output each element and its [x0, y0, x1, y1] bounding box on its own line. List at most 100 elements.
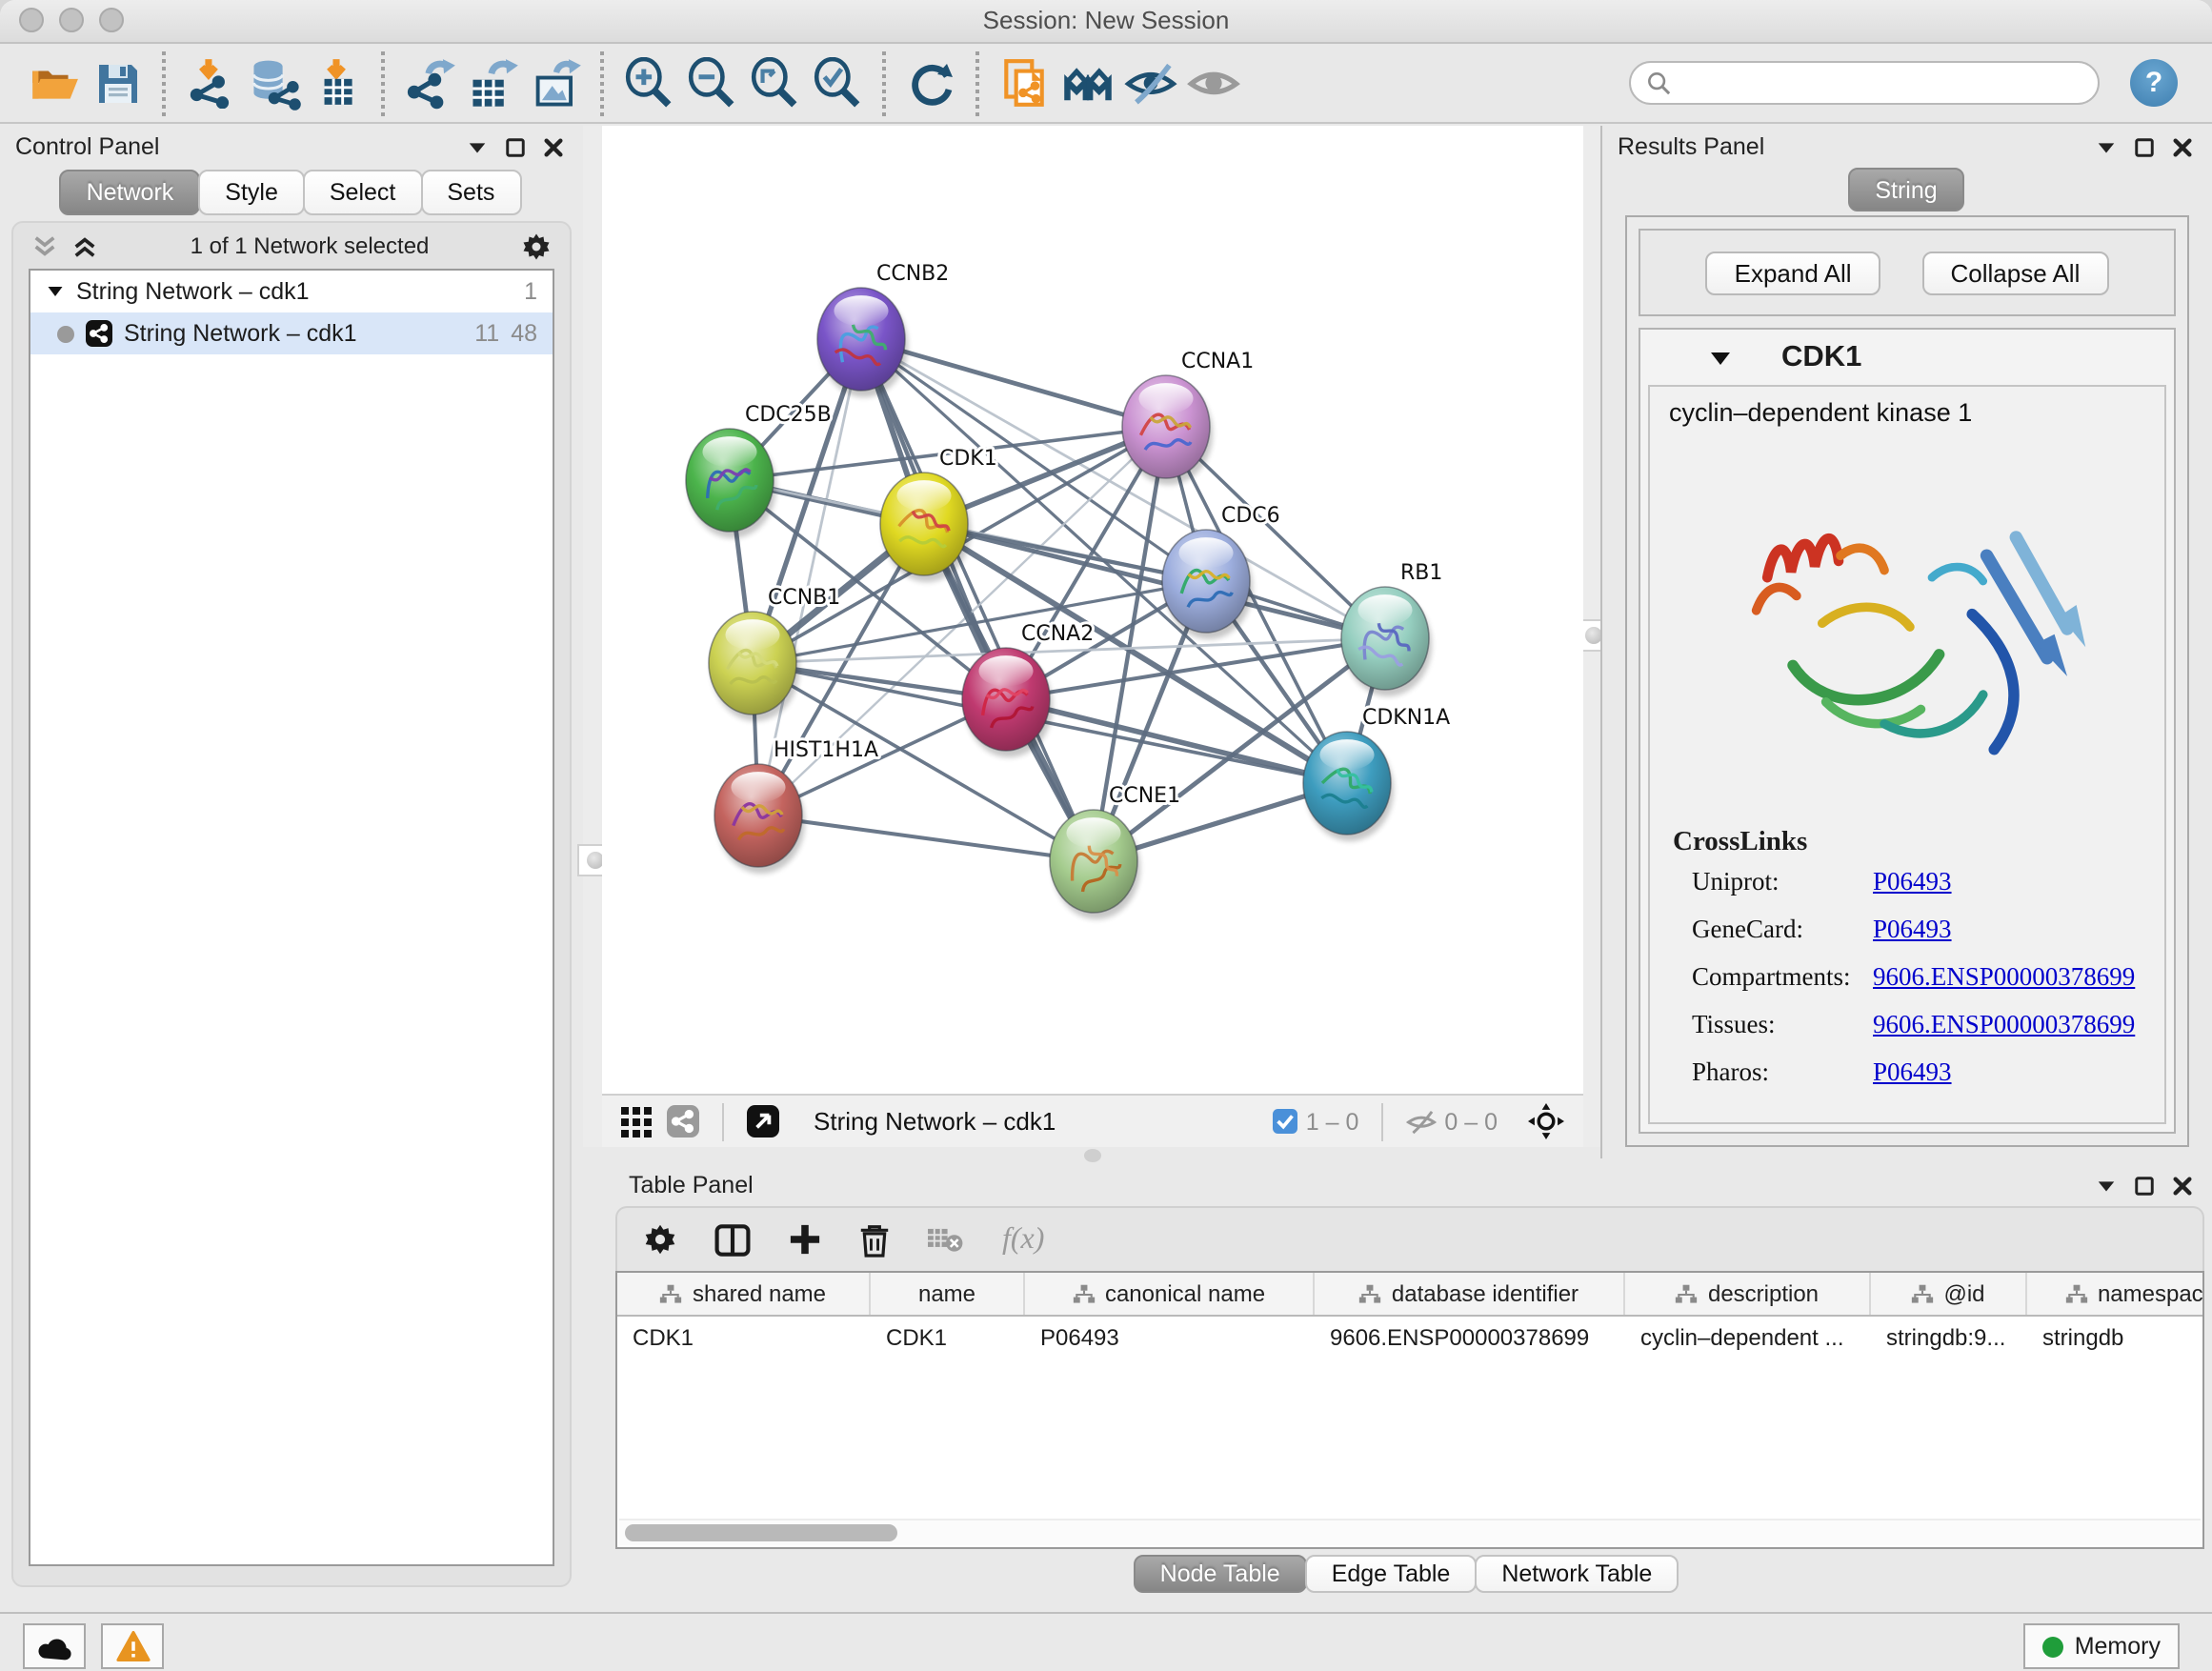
fit-content-button[interactable] — [743, 50, 806, 115]
column-header-database-identifier[interactable]: database identifier — [1315, 1273, 1625, 1315]
table-cell[interactable]: stringdb — [2027, 1323, 2204, 1350]
expand-all-button[interactable]: Expand All — [1706, 251, 1880, 294]
crosslink-link[interactable]: P06493 — [1873, 867, 1952, 897]
column-header-canonical-name[interactable]: canonical name — [1025, 1273, 1315, 1315]
horizontal-scrollbar[interactable] — [619, 1519, 2201, 1545]
float-panel-icon[interactable] — [2134, 1175, 2155, 1196]
network-view-canvas[interactable]: CCNB2CCNA1CDC25BCDK1CDC6RB1CCNB1CCNA2CDK… — [602, 126, 1583, 1094]
gene-section: CDK1 cyclin–dependent kinase 1 — [1639, 328, 2176, 1134]
network-view-icon[interactable] — [667, 1105, 699, 1137]
collapse-all-icon[interactable] — [32, 233, 57, 258]
hide-selected-button[interactable] — [1118, 50, 1181, 115]
column-header-description[interactable]: description — [1625, 1273, 1871, 1315]
create-column-plus-icon[interactable] — [789, 1223, 821, 1256]
network-node-hist1h1a[interactable]: HIST1H1A — [714, 738, 878, 874]
panel-menu-icon[interactable] — [2096, 1175, 2117, 1196]
show-all-button[interactable] — [1181, 50, 1244, 115]
horizontal-splitter[interactable] — [602, 1147, 1583, 1164]
network-edge[interactable] — [861, 339, 1094, 861]
network-view-toolbar: String Network – cdk1 1 – 0 0 – 0 — [602, 1094, 1583, 1147]
close-panel-icon[interactable] — [543, 136, 564, 157]
export-table-button[interactable] — [461, 50, 524, 115]
export-image-button[interactable] — [524, 50, 587, 115]
show-columns-icon[interactable] — [714, 1222, 751, 1257]
gear-icon[interactable] — [522, 232, 551, 260]
node-label: CDK1 — [939, 447, 997, 471]
network-edge[interactable] — [924, 524, 1385, 638]
tab-edge-table[interactable]: Edge Table — [1305, 1555, 1478, 1593]
network-node-cdk1[interactable]: CDK1 — [880, 447, 997, 582]
column-header--id[interactable]: @id — [1871, 1273, 2027, 1315]
export-table-icon — [466, 56, 519, 110]
float-panel-icon[interactable] — [2134, 136, 2155, 157]
column-header-shared-name[interactable]: shared name — [617, 1273, 871, 1315]
tab-string[interactable]: String — [1848, 168, 1963, 211]
table-row[interactable]: CDK1CDK1P064939606.ENSP00000378699cyclin… — [617, 1317, 2202, 1357]
fit-content-icon — [749, 57, 800, 109]
duplicate-network-button[interactable] — [993, 50, 1056, 115]
panel-menu-icon[interactable] — [2096, 136, 2117, 157]
network-node-rb1[interactable]: RB1 — [1341, 561, 1442, 696]
table-cell[interactable]: CDK1 — [871, 1323, 1025, 1350]
zoom-out-button[interactable] — [680, 50, 743, 115]
splitter-dot-handle[interactable] — [1084, 1149, 1101, 1162]
network-node-ccna1[interactable]: CCNA1 — [1122, 350, 1254, 485]
help-button[interactable]: ? — [2130, 59, 2178, 107]
import-network-file-button[interactable] — [179, 50, 242, 115]
memory-button[interactable]: Memory — [2023, 1623, 2180, 1669]
network-edge[interactable] — [758, 815, 1094, 861]
import-table-file-button[interactable] — [305, 50, 368, 115]
string-results-box: Expand All Collapse All CDK1 cyclin–depe… — [1625, 215, 2189, 1147]
table-cell[interactable]: P06493 — [1025, 1323, 1315, 1350]
column-header-namespace[interactable]: namespace — [2027, 1273, 2204, 1315]
column-header-name[interactable]: name — [871, 1273, 1025, 1315]
crosslink-link[interactable]: 9606.ENSP00000378699 — [1873, 1010, 2135, 1040]
crosshair-icon[interactable] — [1528, 1103, 1564, 1139]
network-collection-row[interactable]: String Network – cdk1 1 — [30, 271, 553, 312]
crosslink-link[interactable]: P06493 — [1873, 915, 1952, 945]
expand-all-icon[interactable] — [72, 233, 97, 258]
open-session-button[interactable] — [23, 50, 86, 115]
tree-expand-icon[interactable] — [46, 282, 65, 301]
delete-column-trash-icon[interactable] — [859, 1222, 890, 1257]
tab-network-table[interactable]: Network Table — [1475, 1555, 1679, 1593]
first-neighbors-button[interactable] — [1056, 50, 1118, 115]
crosslink-link[interactable]: 9606.ENSP00000378699 — [1873, 962, 2135, 993]
cloud-status-button[interactable] — [23, 1623, 86, 1669]
refresh-view-button[interactable] — [899, 50, 962, 115]
save-session-button[interactable] — [86, 50, 149, 115]
tab-network[interactable]: Network — [60, 170, 201, 215]
tab-sets[interactable]: Sets — [420, 170, 521, 215]
table-settings-gear-icon[interactable] — [644, 1223, 676, 1256]
import-network-database-button[interactable] — [242, 50, 305, 115]
scrollbar-thumb[interactable] — [625, 1524, 897, 1541]
table-cell[interactable]: CDK1 — [617, 1323, 871, 1350]
table-cell[interactable]: cyclin–dependent ... — [1625, 1323, 1871, 1350]
left-splitter[interactable] — [583, 126, 602, 1147]
close-panel-icon[interactable] — [2172, 1175, 2193, 1196]
float-panel-icon[interactable] — [505, 136, 526, 157]
hidden-eye-slash-icon[interactable] — [1406, 1106, 1437, 1137]
tab-node-table[interactable]: Node Table — [1134, 1555, 1307, 1593]
network-node-cdkn1a[interactable]: CDKN1A — [1303, 706, 1450, 841]
collapse-all-button[interactable]: Collapse All — [1922, 251, 2109, 294]
panel-menu-icon[interactable] — [467, 136, 488, 157]
crosslink-row: Tissues:9606.ENSP00000378699 — [1692, 1010, 2145, 1040]
network-row[interactable]: String Network – cdk1 11 48 — [30, 312, 553, 354]
selected-checkbox-icon[interactable] — [1274, 1109, 1298, 1134]
grid-view-icon[interactable] — [621, 1106, 652, 1137]
tab-style[interactable]: Style — [198, 170, 305, 215]
table-cell[interactable]: stringdb:9... — [1871, 1323, 2027, 1350]
search-input[interactable] — [1671, 68, 2082, 98]
table-cell[interactable]: 9606.ENSP00000378699 — [1315, 1323, 1625, 1350]
section-collapse-icon[interactable] — [1709, 346, 1732, 369]
selected-count: 1 – 0 — [1306, 1108, 1359, 1135]
warning-status-button[interactable] — [101, 1623, 164, 1669]
birdseye-view-icon[interactable] — [747, 1105, 779, 1137]
zoom-selected-button[interactable] — [806, 50, 869, 115]
zoom-in-button[interactable] — [617, 50, 680, 115]
tab-select[interactable]: Select — [303, 170, 423, 215]
crosslink-link[interactable]: P06493 — [1873, 1057, 1952, 1088]
close-panel-icon[interactable] — [2172, 136, 2193, 157]
export-network-button[interactable] — [398, 50, 461, 115]
